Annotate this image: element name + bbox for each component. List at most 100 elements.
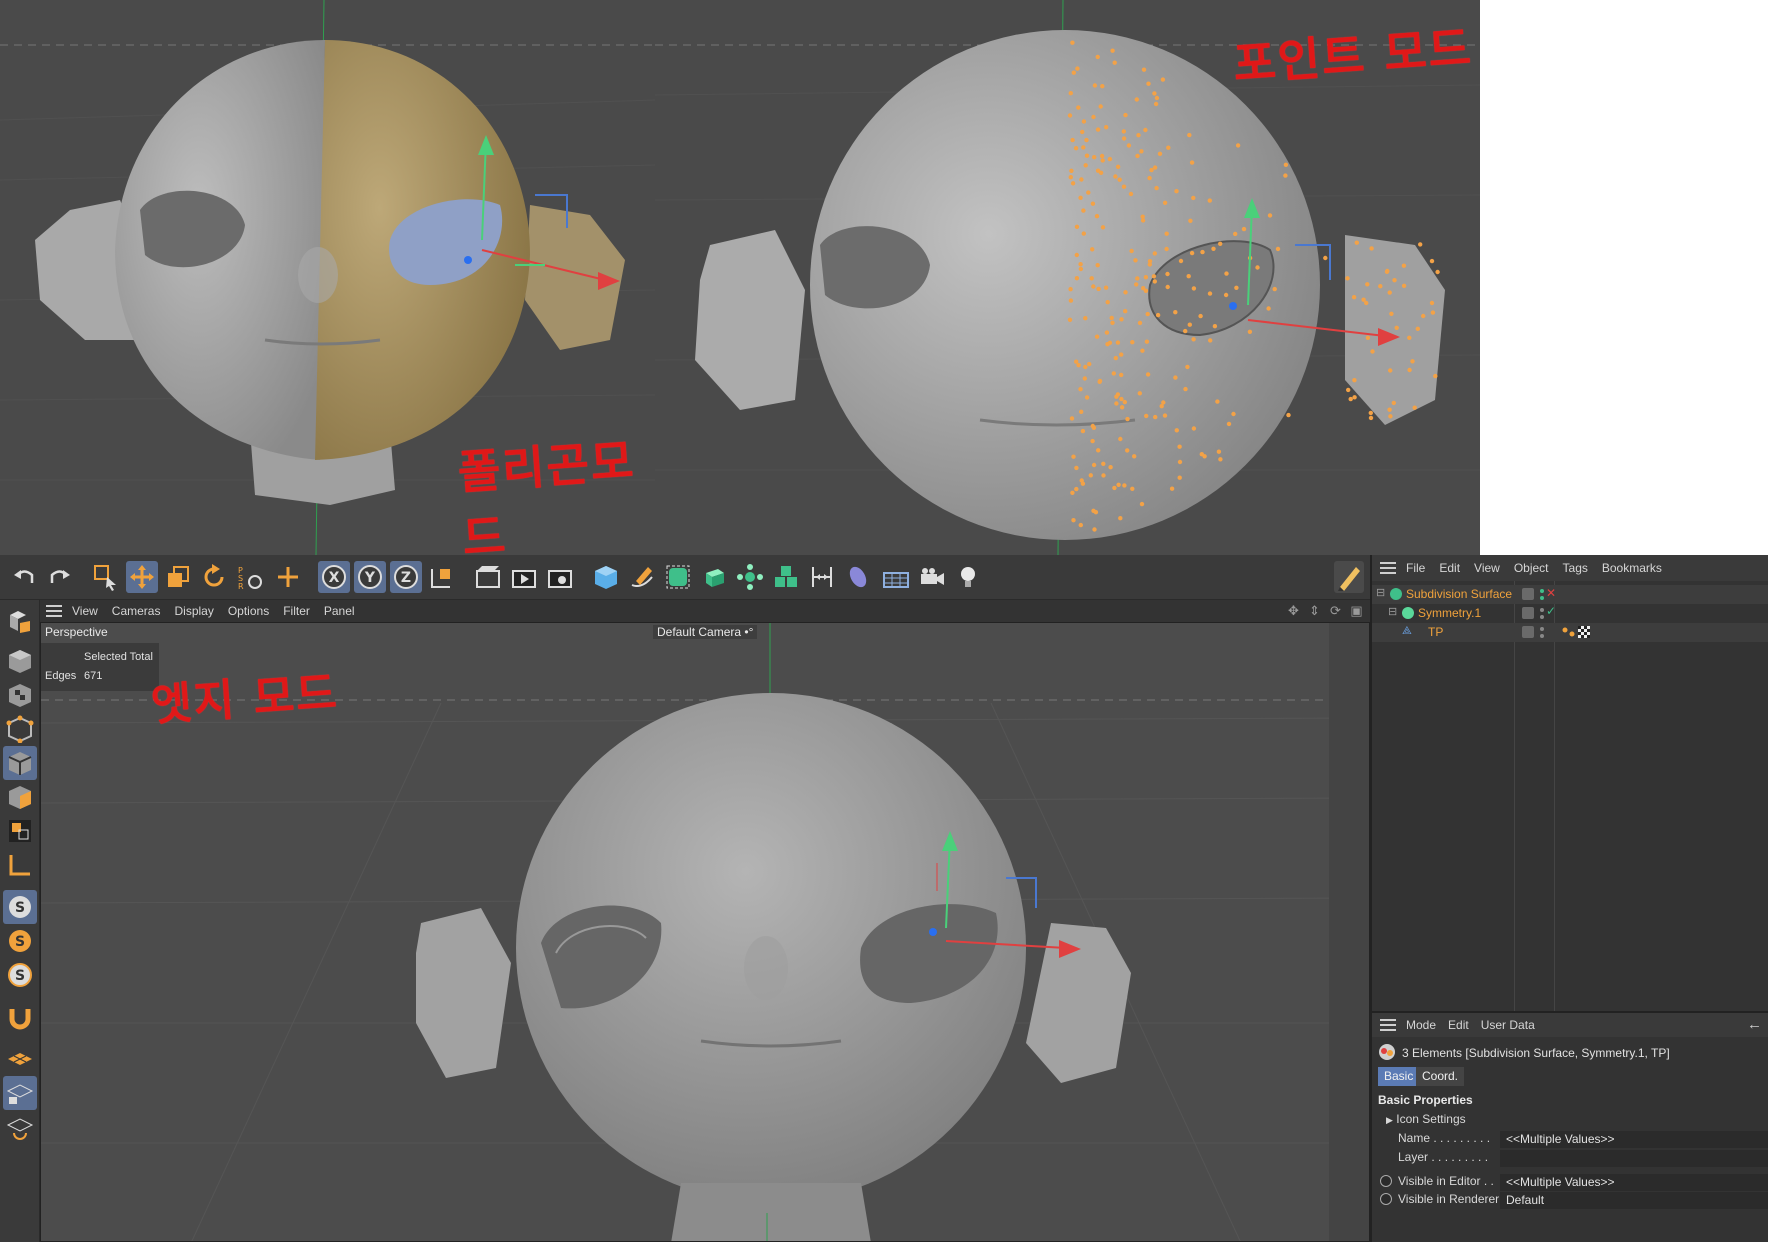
texture-mode-icon[interactable] xyxy=(3,678,37,712)
polygons-mode-icon[interactable] xyxy=(3,780,37,814)
dolly-icon[interactable]: ⇕ xyxy=(1307,603,1322,618)
om-menu-tags[interactable]: Tags xyxy=(1563,561,1588,575)
sculpt-icon[interactable] xyxy=(3,1110,37,1144)
add-icon[interactable] xyxy=(272,561,304,593)
attr-menu-user-data[interactable]: User Data xyxy=(1481,1018,1535,1032)
object-row-subdivision-surface[interactable]: ⊟ Subdivision Surface ✕ xyxy=(1372,585,1768,604)
icon-settings-group[interactable]: ▶ Icon Settings xyxy=(1386,1112,1466,1126)
light-icon[interactable] xyxy=(952,561,984,593)
solo-hierarchy-icon[interactable]: S xyxy=(3,958,37,992)
viewport-menu-cameras[interactable]: Cameras xyxy=(112,604,161,618)
disabled-x-icon[interactable]: ✕ xyxy=(1546,586,1556,600)
render-view-icon[interactable] xyxy=(472,561,504,593)
scale-icon[interactable] xyxy=(162,561,194,593)
floor-icon[interactable] xyxy=(880,561,912,593)
undo-icon[interactable] xyxy=(8,561,40,593)
material-tag-icon[interactable] xyxy=(1578,626,1590,638)
viewport-menu-filter[interactable]: Filter xyxy=(283,604,310,618)
extrude-icon[interactable] xyxy=(698,561,730,593)
edit-flag-icon[interactable] xyxy=(1522,607,1534,619)
edit-flag-icon[interactable] xyxy=(1522,626,1534,638)
layer-field[interactable] xyxy=(1500,1150,1768,1167)
pen-icon[interactable] xyxy=(626,561,658,593)
viewport-menu-options[interactable]: Options xyxy=(228,604,269,618)
visibility-editor-dot[interactable] xyxy=(1540,589,1544,593)
om-menu-bookmarks[interactable]: Bookmarks xyxy=(1602,561,1662,575)
svg-text:S: S xyxy=(15,934,25,950)
lock-z-button[interactable]: Z xyxy=(390,561,422,593)
live-selection-icon[interactable] xyxy=(90,561,122,593)
visibility-render-dot[interactable] xyxy=(1540,615,1544,619)
expand-triangle-icon[interactable]: ▶ xyxy=(1386,1115,1393,1125)
pan-icon[interactable]: ✥ xyxy=(1286,603,1301,618)
object-manager-menu-icon[interactable] xyxy=(1380,562,1396,574)
viewport-camera-label[interactable]: Default Camera •° xyxy=(653,625,758,639)
collapse-icon[interactable]: ⊟ xyxy=(1388,605,1397,618)
selected-point xyxy=(1283,162,1289,167)
coordinate-system-icon[interactable] xyxy=(426,561,458,593)
object-row-symmetry[interactable]: ⊟ Symmetry.1 ✓ xyxy=(1372,604,1768,623)
workplane-icon[interactable] xyxy=(3,848,37,882)
viewport-menu-icon[interactable] xyxy=(46,605,62,617)
rotate-icon[interactable] xyxy=(198,561,230,593)
visibility-editor-dot[interactable] xyxy=(1540,608,1544,612)
om-menu-view[interactable]: View xyxy=(1474,561,1500,575)
selected-point xyxy=(1149,167,1154,173)
magnet-icon[interactable] xyxy=(3,1000,37,1034)
camera-icon[interactable] xyxy=(916,561,948,593)
tab-basic[interactable]: Basic xyxy=(1378,1067,1420,1086)
back-arrow-icon[interactable]: ← xyxy=(1747,1016,1762,1033)
attribute-menu-icon[interactable] xyxy=(1380,1019,1396,1031)
points-mode-icon[interactable] xyxy=(3,712,37,746)
orbit-icon[interactable]: ⟳ xyxy=(1328,603,1343,618)
solo-off-icon[interactable]: S xyxy=(3,890,37,924)
visibility-render-dot[interactable] xyxy=(1540,634,1544,638)
render-picture-viewer-icon[interactable] xyxy=(508,561,540,593)
array-icon[interactable] xyxy=(734,561,766,593)
selected-point xyxy=(1144,339,1150,344)
model-mode-icon[interactable] xyxy=(3,644,37,678)
cube-icon[interactable] xyxy=(590,561,622,593)
selection-tag-icon[interactable] xyxy=(1562,626,1576,638)
visibility-editor-dot[interactable] xyxy=(1540,627,1544,631)
lock-x-button[interactable]: X xyxy=(318,561,350,593)
visible-in-editor-dropdown[interactable]: <<Multiple Values>> xyxy=(1500,1174,1768,1191)
attr-menu-mode[interactable]: Mode xyxy=(1406,1018,1436,1032)
edit-flag-icon[interactable] xyxy=(1522,588,1534,600)
om-menu-object[interactable]: Object xyxy=(1514,561,1549,575)
edges-mode-icon[interactable] xyxy=(3,746,37,780)
move-icon[interactable] xyxy=(126,561,158,593)
om-menu-edit[interactable]: Edit xyxy=(1439,561,1460,575)
attr-menu-edit[interactable]: Edit xyxy=(1448,1018,1469,1032)
name-field[interactable]: <<Multiple Values>> xyxy=(1500,1131,1768,1148)
redo-icon[interactable] xyxy=(44,561,76,593)
workplane-lock-icon[interactable] xyxy=(3,1076,37,1110)
enabled-check-icon[interactable]: ✓ xyxy=(1546,604,1556,618)
collapse-icon[interactable]: ⊟ xyxy=(1376,586,1385,599)
solo-single-icon[interactable]: S xyxy=(3,924,37,958)
symmetry-icon[interactable] xyxy=(806,561,838,593)
object-row-tp[interactable]: ⟁ TP xyxy=(1372,623,1768,642)
visible-in-renderer-radio[interactable] xyxy=(1380,1193,1392,1205)
visible-in-renderer-dropdown[interactable]: Default xyxy=(1500,1192,1768,1209)
grid-icon[interactable] xyxy=(3,1042,37,1076)
visibility-render-dot[interactable] xyxy=(1540,596,1544,600)
deformer-icon[interactable] xyxy=(842,561,874,593)
subdivision-icon[interactable] xyxy=(662,561,694,593)
viewport-menu-view[interactable]: View xyxy=(72,604,98,618)
cloner-icon[interactable] xyxy=(770,561,802,593)
lock-y-button[interactable]: Y xyxy=(354,561,386,593)
sculpt-brush-icon[interactable] xyxy=(1334,561,1364,593)
viewport-menu-panel[interactable]: Panel xyxy=(324,604,355,618)
make-editable-icon[interactable] xyxy=(3,604,37,638)
visible-in-editor-radio[interactable] xyxy=(1380,1175,1392,1187)
viewport-menu-display[interactable]: Display xyxy=(174,604,213,618)
render-settings-icon[interactable] xyxy=(544,561,576,593)
toggle-view-icon[interactable]: ▣ xyxy=(1349,603,1364,618)
selected-point xyxy=(1346,387,1351,393)
perspective-viewport[interactable]: Perspective Default Camera •° Selected T… xyxy=(40,622,1370,1242)
psr-icon[interactable]: PSR xyxy=(234,561,266,593)
uv-mode-icon[interactable] xyxy=(3,814,37,848)
tab-coord[interactable]: Coord. xyxy=(1416,1067,1465,1086)
om-menu-file[interactable]: File xyxy=(1406,561,1425,575)
